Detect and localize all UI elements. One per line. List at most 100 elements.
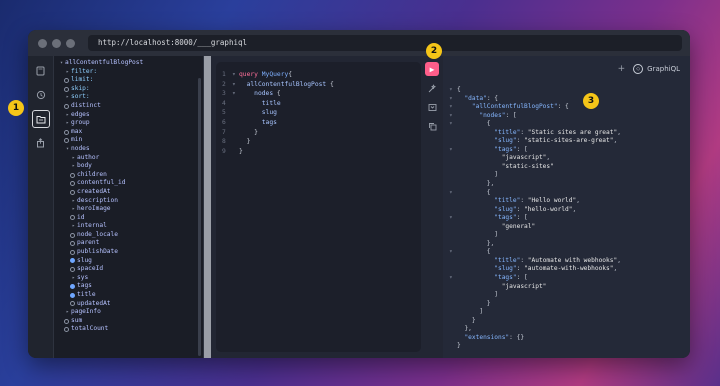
merge-icon[interactable] bbox=[425, 100, 439, 114]
field-checkbox[interactable] bbox=[64, 129, 69, 135]
field-checkbox[interactable] bbox=[70, 232, 75, 238]
expand-arrow-icon[interactable]: ▸ bbox=[70, 205, 77, 214]
field-checkbox[interactable] bbox=[70, 284, 75, 290]
explorer-field[interactable]: ▾ allContentfulBlogPost bbox=[54, 59, 203, 68]
field-checkbox[interactable] bbox=[70, 258, 75, 264]
fold-marker[interactable]: ▾ bbox=[449, 103, 457, 112]
json-token: "allContentfulBlogPost" bbox=[457, 103, 558, 111]
expand-arrow-icon[interactable]: ▸ bbox=[64, 119, 71, 128]
expand-arrow-icon[interactable]: ▸ bbox=[70, 222, 77, 231]
explorer-field[interactable]: sum bbox=[54, 317, 203, 326]
explorer-field[interactable]: ▸ edges bbox=[54, 111, 203, 120]
explorer-icon[interactable] bbox=[31, 110, 50, 128]
explorer-field[interactable]: tags bbox=[54, 282, 203, 291]
explorer-field[interactable]: min bbox=[54, 136, 203, 145]
result-line: }, bbox=[449, 180, 690, 189]
explorer-field[interactable]: id bbox=[54, 214, 203, 223]
expand-arrow-icon[interactable]: ▾ bbox=[58, 59, 65, 68]
explorer-field[interactable]: totalCount bbox=[54, 325, 203, 334]
minimize-dot[interactable] bbox=[52, 38, 61, 48]
fold-marker[interactable]: ▾ bbox=[449, 189, 457, 198]
field-checkbox[interactable] bbox=[70, 267, 75, 273]
explorer-field[interactable]: contentful_id bbox=[54, 179, 203, 188]
prettify-icon[interactable] bbox=[425, 81, 439, 95]
explorer-field[interactable]: ▸ pageInfo bbox=[54, 308, 203, 317]
field-checkbox[interactable] bbox=[64, 77, 69, 83]
field-checkbox[interactable] bbox=[70, 249, 75, 255]
fold-marker[interactable]: ▾ bbox=[232, 80, 239, 90]
field-checkbox[interactable] bbox=[70, 215, 75, 221]
field-checkbox[interactable] bbox=[64, 318, 69, 324]
explorer-field[interactable]: publishDate bbox=[54, 248, 203, 257]
explorer-field[interactable]: ▸ description bbox=[54, 197, 203, 206]
explorer-field[interactable]: createdAt bbox=[54, 188, 203, 197]
expand-arrow-icon[interactable]: ▸ bbox=[64, 68, 71, 77]
explorer-scrollbar[interactable] bbox=[198, 78, 201, 356]
expand-arrow-icon[interactable]: ▸ bbox=[64, 93, 71, 102]
expand-arrow-icon[interactable]: ▸ bbox=[70, 162, 77, 171]
copy-icon[interactable] bbox=[425, 119, 439, 133]
explorer-field[interactable]: ▸ internal bbox=[54, 222, 203, 231]
fold-marker[interactable]: ▾ bbox=[449, 248, 457, 257]
explorer-field[interactable]: parent bbox=[54, 239, 203, 248]
explorer-field[interactable]: distinct bbox=[54, 102, 203, 111]
fold-marker[interactable]: ▾ bbox=[449, 274, 457, 283]
panel-resize-handle[interactable] bbox=[204, 56, 211, 358]
add-tab-button[interactable]: + bbox=[618, 64, 626, 74]
explorer-field[interactable]: ▸ body bbox=[54, 162, 203, 171]
line-number: 7 bbox=[222, 128, 226, 136]
maximize-dot[interactable] bbox=[66, 38, 75, 48]
explorer-field[interactable]: max bbox=[54, 128, 203, 137]
share-icon[interactable] bbox=[32, 134, 50, 152]
url-bar[interactable]: http://localhost:8000/___graphiql bbox=[88, 35, 682, 51]
field-checkbox[interactable] bbox=[70, 241, 75, 247]
explorer-field[interactable]: spaceId bbox=[54, 265, 203, 274]
explorer-field[interactable]: ▸ group bbox=[54, 119, 203, 128]
explorer-field[interactable]: skip: bbox=[54, 85, 203, 94]
explorer-field[interactable]: node_locale bbox=[54, 231, 203, 240]
file-icon[interactable] bbox=[32, 62, 50, 80]
fold-marker[interactable]: ▾ bbox=[449, 214, 457, 223]
fold-marker[interactable]: ▾ bbox=[232, 89, 239, 99]
fold-marker[interactable]: ▾ bbox=[449, 86, 457, 95]
fold-marker[interactable]: ▾ bbox=[449, 95, 457, 104]
explorer-field[interactable]: ▾ nodes bbox=[54, 145, 203, 154]
expand-arrow-icon[interactable]: ▾ bbox=[64, 145, 71, 154]
run-query-button[interactable]: ▶ bbox=[425, 62, 439, 76]
explorer-field[interactable]: updatedAt bbox=[54, 300, 203, 309]
expand-arrow-icon[interactable]: ▸ bbox=[64, 111, 71, 120]
field-checkbox[interactable] bbox=[70, 189, 75, 195]
fold-marker[interactable]: ▾ bbox=[449, 146, 457, 155]
explorer-field[interactable]: ▸ sys bbox=[54, 274, 203, 283]
fold-marker[interactable]: ▾ bbox=[449, 120, 457, 129]
field-checkbox[interactable] bbox=[64, 86, 69, 92]
explorer-field[interactable]: ▸ filter: bbox=[54, 68, 203, 77]
explorer-field[interactable]: ▸ sort: bbox=[54, 93, 203, 102]
fold-marker[interactable]: ▾ bbox=[232, 70, 239, 80]
field-checkbox[interactable] bbox=[70, 172, 75, 178]
field-checkbox[interactable] bbox=[64, 327, 69, 333]
field-checkbox[interactable] bbox=[70, 301, 75, 307]
field-checkbox[interactable] bbox=[70, 181, 75, 187]
explorer-field[interactable]: ▸ author bbox=[54, 154, 203, 163]
result-line: "slug": "automate-with-webhooks", bbox=[449, 265, 690, 274]
json-token: { bbox=[457, 86, 461, 93]
explorer-field[interactable]: ▸ heroImage bbox=[54, 205, 203, 214]
history-icon[interactable] bbox=[32, 86, 50, 104]
explorer-field[interactable]: title bbox=[54, 291, 203, 300]
field-checkbox[interactable] bbox=[70, 292, 75, 298]
explorer-field[interactable]: limit: bbox=[54, 76, 203, 85]
field-checkbox[interactable] bbox=[64, 103, 69, 109]
explorer-field[interactable]: slug bbox=[54, 257, 203, 266]
expand-arrow-icon[interactable]: ▸ bbox=[70, 274, 77, 283]
fold-marker[interactable]: ▾ bbox=[449, 112, 457, 121]
explorer-field[interactable]: children bbox=[54, 171, 203, 180]
expand-arrow-icon[interactable]: ▸ bbox=[70, 197, 77, 206]
expand-arrow-icon[interactable]: ▸ bbox=[64, 308, 71, 317]
expand-arrow-icon[interactable]: ▸ bbox=[70, 154, 77, 163]
query-editor[interactable]: 1 ▾ query MyQuery{2 ▾ allContentfulBlogPost… bbox=[216, 62, 421, 352]
close-dot[interactable] bbox=[38, 38, 47, 48]
field-checkbox[interactable] bbox=[64, 138, 69, 144]
